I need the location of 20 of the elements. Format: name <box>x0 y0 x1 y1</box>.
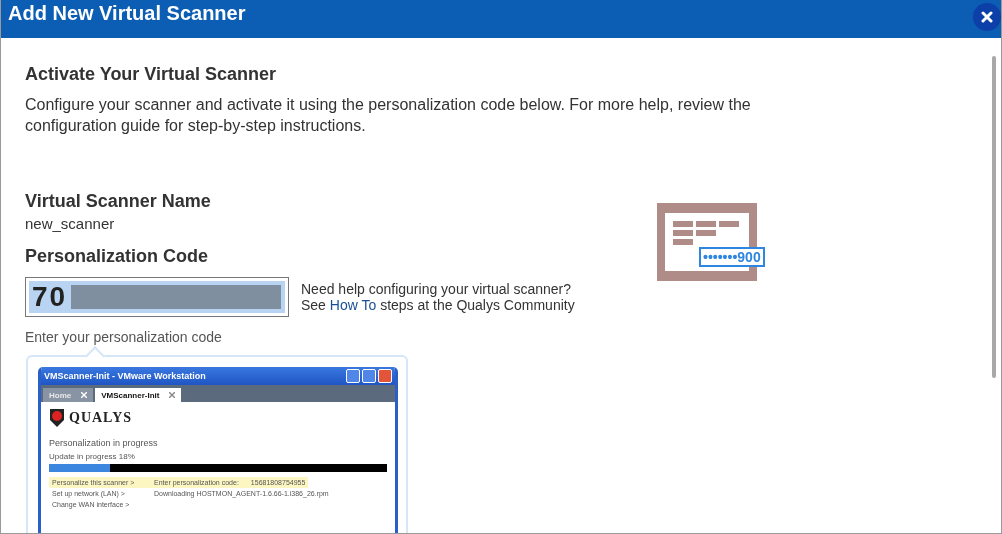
progress-label: Update in progress 18% <box>49 452 136 461</box>
example-window-title: VMScanner-Init - VMware Workstation <box>44 371 206 381</box>
how-to-link[interactable]: How To <box>329 297 377 313</box>
window-title: Add New Virtual Scanner <box>8 2 246 25</box>
help-link-text: See How To steps at the Qualys Community <box>301 297 575 313</box>
section-heading: Activate Your Virtual Scanner <box>25 64 278 85</box>
scanner-name: new_scanner <box>25 215 116 232</box>
code-value: 70 <box>32 281 68 313</box>
field-label: Virtual Scanner Name <box>25 191 212 212</box>
help-text: Need help configuring your virtual scanner? <box>301 281 573 297</box>
field-label: Personalization Code <box>25 246 210 267</box>
scrollbar-thumb[interactable] <box>992 56 996 378</box>
status-text: Personalization in progress <box>49 438 159 448</box>
code-input-field[interactable]: 70 <box>25 277 289 317</box>
intro-text: Configure your scanner and activate it using the personalization code below. For more help, review the configuration guide for step-by-step instructions. <box>25 95 752 136</box>
maximize-icon <box>362 369 376 383</box>
field-hint: Enter your personalization code <box>25 329 223 345</box>
logo-text: QUALYS <box>69 410 133 426</box>
close-button[interactable] <box>973 3 1001 31</box>
shield-logo-icon <box>49 408 65 428</box>
